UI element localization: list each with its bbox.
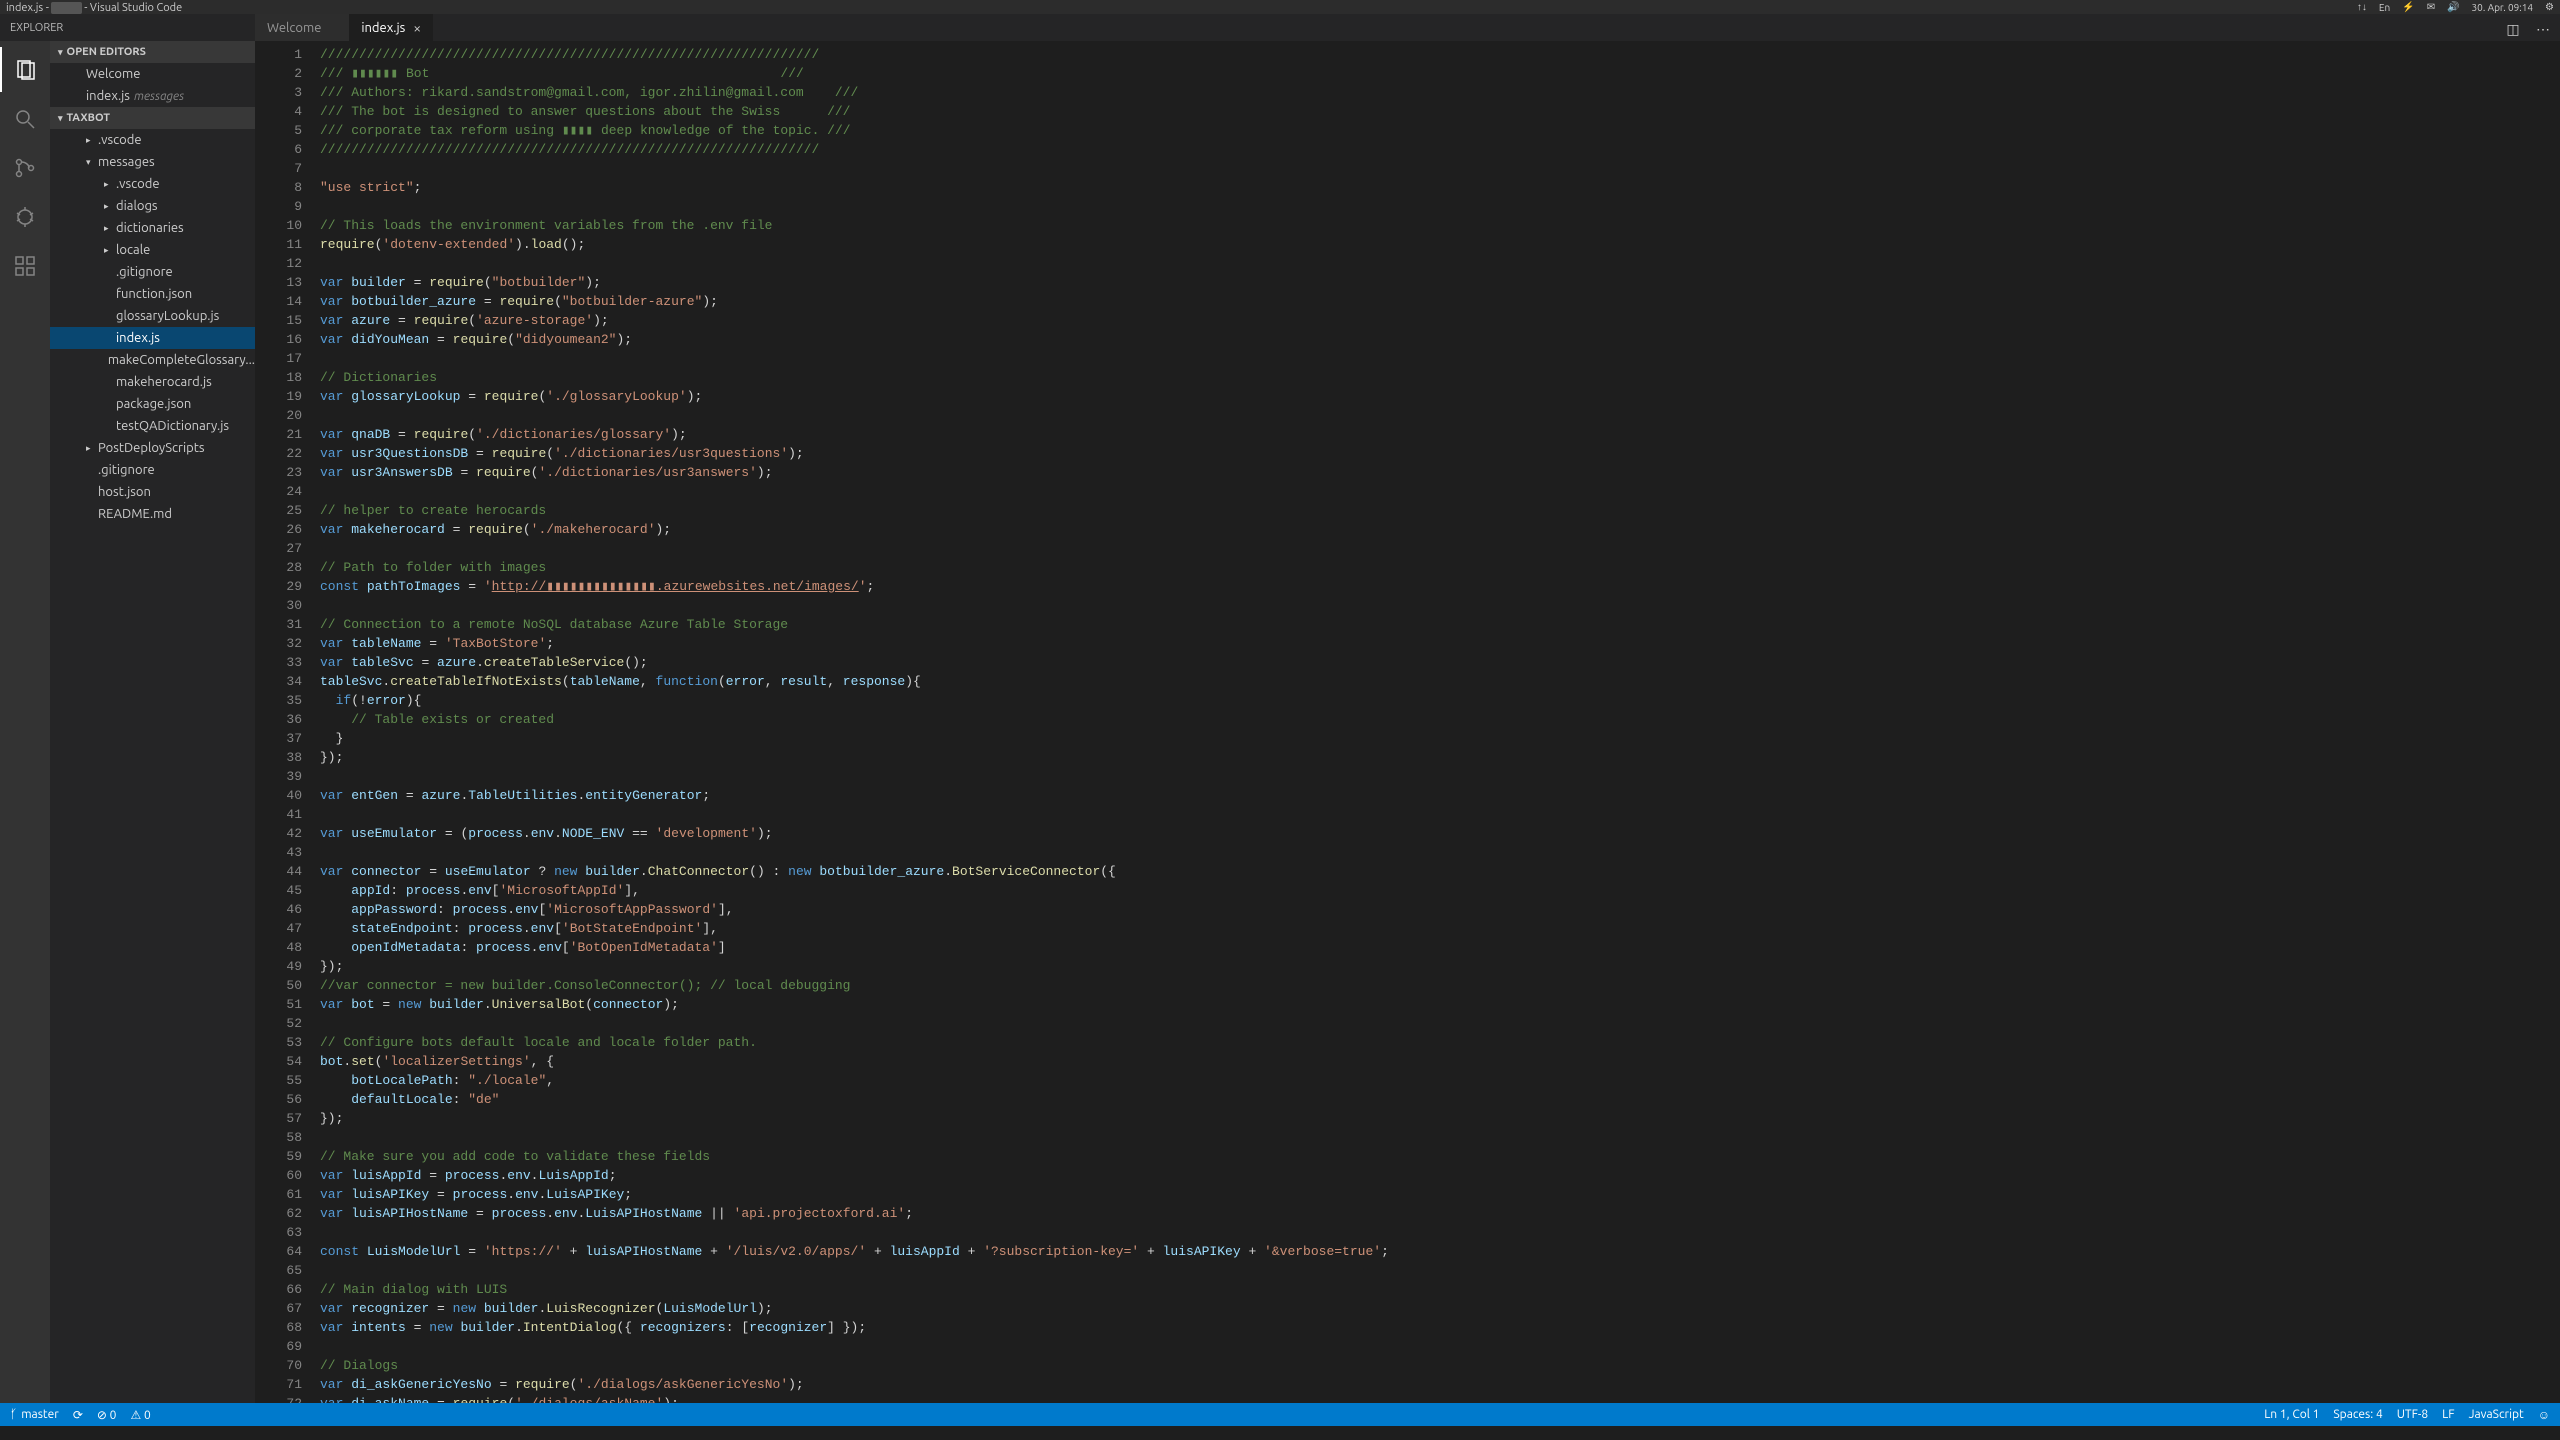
code-content[interactable]: ////////////////////////////////////////… [320,41,2470,1403]
open-editor-item[interactable]: index.jsmessages [50,85,255,107]
editor-toolbar: ◫ ⋯ [2502,18,2554,40]
os-indicator[interactable]: ⚡ [2402,1,2414,13]
file-tree-item[interactable]: ▸PostDeployScripts [50,437,255,459]
file-tree-item[interactable]: .gitignore [50,261,255,283]
more-actions-icon[interactable]: ⋯ [2532,18,2554,40]
os-indicator[interactable]: ✉ [2427,1,2435,13]
problems-errors[interactable]: ⊘ 0 [97,1408,117,1422]
tab-bar-row: EXPLORER Welcome× index.js × ◫ ⋯ [0,14,2560,41]
language-mode[interactable]: JavaScript [2469,1408,2524,1421]
indent-setting[interactable]: Spaces: 4 [2333,1408,2382,1421]
problems-warnings[interactable]: ⚠ 0 [130,1408,150,1422]
line-number-gutter: 1234567891011121314151617181920212223242… [255,41,320,1403]
file-tree-item[interactable]: .gitignore [50,459,255,481]
encoding[interactable]: UTF-8 [2397,1408,2428,1421]
editor-tabs: Welcome× index.js × [255,14,433,41]
project-header[interactable]: ▾TAXBOT [50,107,255,129]
split-editor-icon[interactable]: ◫ [2502,18,2524,40]
source-control-icon[interactable] [0,145,50,190]
tab-index-js[interactable]: index.js × [349,14,433,41]
tab-welcome[interactable]: Welcome× [255,14,349,41]
file-tree-item[interactable]: host.json [50,481,255,503]
os-indicator[interactable]: ↑↓ [2357,1,2367,13]
os-top-panel: index.js - ▮▮▮▮▮ - Visual Studio Code ↑↓… [0,0,2560,14]
close-icon[interactable]: × [413,20,421,36]
file-tree-item[interactable]: makeCompleteGlossary... [50,349,255,371]
code-editor[interactable]: 1234567891011121314151617181920212223242… [255,41,2560,1403]
os-indicator[interactable]: 🔊 [2447,1,2459,13]
file-tree-item[interactable]: glossaryLookup.js [50,305,255,327]
file-tree-item[interactable]: function.json [50,283,255,305]
activity-bar [0,41,50,1403]
file-tree-item[interactable]: package.json [50,393,255,415]
explorer-icon[interactable] [0,47,50,92]
file-tree-item[interactable]: testQADictionary.js [50,415,255,437]
open-editor-item[interactable]: Welcome [50,63,255,85]
status-bar: ᚶ master ⟳ ⊘ 0 ⚠ 0 Ln 1, Col 1 Spaces: 4… [0,1403,2560,1427]
file-tree-item[interactable]: ▸dialogs [50,195,255,217]
file-tree-item[interactable]: README.md [50,503,255,525]
tab-label: Welcome [267,21,321,35]
window-title: index.js - ▮▮▮▮▮ - Visual Studio Code [6,1,182,14]
minimap[interactable] [2470,41,2560,1403]
file-tree-item[interactable]: index.js [50,327,255,349]
file-tree-item[interactable]: makeherocard.js [50,371,255,393]
file-tree-item[interactable]: ▾messages [50,151,255,173]
os-indicators: ↑↓ En ⚡ ✉ 🔊 30. Apr. 09:14 ⚙ [2357,1,2554,13]
git-branch[interactable]: ᚶ master [10,1408,59,1421]
debug-icon[interactable] [0,194,50,239]
file-tree-item[interactable]: ▸locale [50,239,255,261]
file-tree-item[interactable]: ▸.vscode [50,129,255,151]
file-tree-item[interactable]: ▸dictionaries [50,217,255,239]
explorer-sidebar: ▾OPEN EDITORS Welcomeindex.jsmessages ▾T… [50,41,255,1403]
os-indicator[interactable]: ⚙ [2545,1,2554,13]
sync-icon[interactable]: ⟳ [73,1408,83,1422]
feedback-icon[interactable]: ☺ [2538,1408,2550,1422]
extensions-icon[interactable] [0,243,50,288]
os-indicator[interactable]: 30. Apr. 09:14 [2472,2,2533,13]
explorer-title: EXPLORER [0,14,255,41]
cursor-position[interactable]: Ln 1, Col 1 [2264,1408,2319,1421]
search-icon[interactable] [0,96,50,141]
file-tree-item[interactable]: ▸.vscode [50,173,255,195]
eol[interactable]: LF [2442,1408,2454,1421]
os-indicator[interactable]: En [2379,2,2390,13]
open-editors-header[interactable]: ▾OPEN EDITORS [50,41,255,63]
tab-label: index.js [361,21,405,35]
